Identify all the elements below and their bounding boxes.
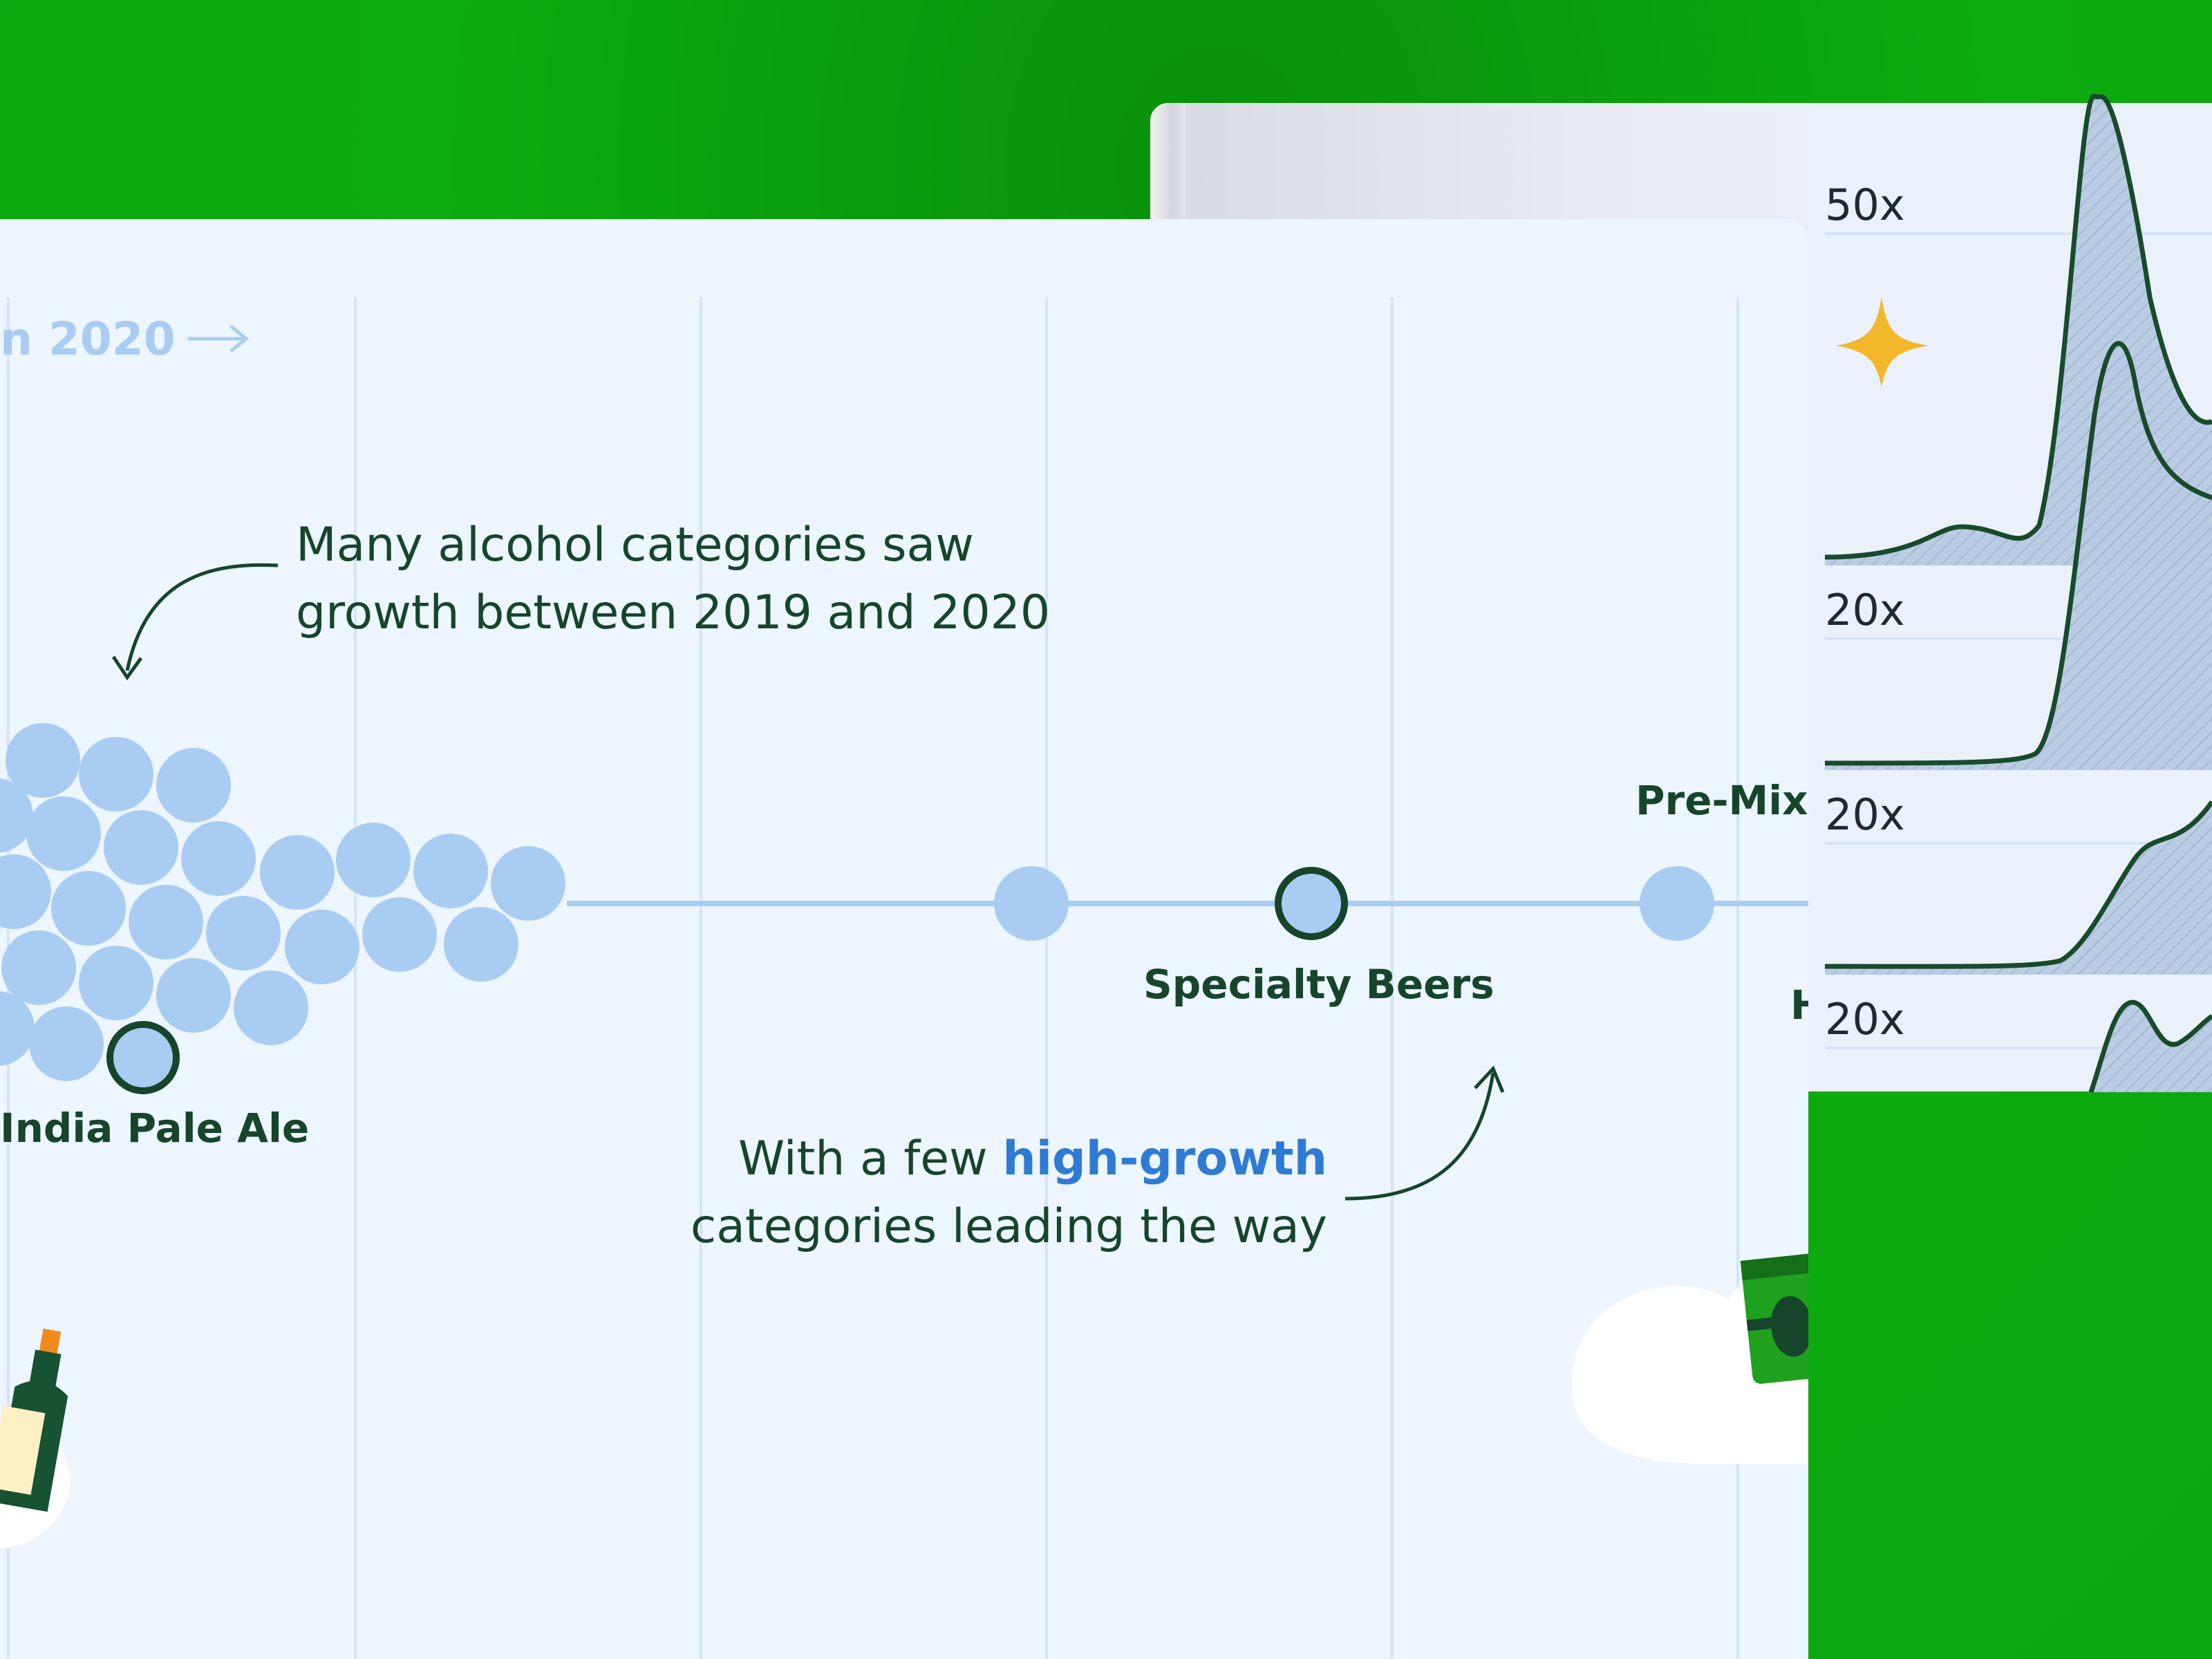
swarm-dot xyxy=(994,866,1069,941)
annotation-arrow-1 xyxy=(125,563,279,671)
category-label-specialty-beers: Specialty Beers xyxy=(1143,961,1494,1008)
category-label-pre-mixed: Pre-Mixe xyxy=(1635,777,1808,824)
annotation-2-highlight: high-growth xyxy=(1002,1132,1327,1186)
swarm-dot xyxy=(1640,866,1714,941)
swarm-dot xyxy=(362,897,437,972)
swarm-dot xyxy=(444,907,518,982)
highlight-dot-india-pale-ale[interactable] xyxy=(106,1021,180,1094)
swarm-dot xyxy=(0,854,51,929)
annotation-2: With a few high-growth categories leadin… xyxy=(654,1125,1327,1261)
swarm-dot xyxy=(104,810,178,885)
category-label-india-pale-ale: India Pale Ale xyxy=(0,1105,310,1152)
category-label-h: H xyxy=(1790,982,1808,1029)
annotation-2-line1: With a few high-growth xyxy=(654,1125,1327,1193)
annotation-1-line2: growth between 2019 and 2020 xyxy=(296,585,1051,640)
highlight-dot-specialty-beers[interactable] xyxy=(1275,867,1348,940)
annotation-2-line2: categories leading the way xyxy=(690,1199,1327,1254)
axis-year-label: n 2020 xyxy=(0,312,176,366)
annotation-2-prefix: With a few xyxy=(738,1132,1003,1186)
swarm-dot xyxy=(79,946,153,1020)
annotation-1-line1: Many alcohol categories saw xyxy=(296,518,974,572)
arrow-right-icon xyxy=(188,325,249,353)
annotation-1: Many alcohol categories saw growth betwe… xyxy=(296,512,1050,647)
swarm-dot xyxy=(29,1006,104,1081)
swarm-dot xyxy=(206,896,281,971)
swarm-dot xyxy=(234,971,308,1045)
swarm-dot xyxy=(79,737,153,812)
swarm-dot xyxy=(336,823,411,897)
swarm-dot xyxy=(26,796,101,871)
swarm-dot xyxy=(129,885,203,959)
swarm-dot xyxy=(181,821,256,896)
swarm-dot xyxy=(51,871,126,946)
swarm-dot xyxy=(156,748,231,823)
beer-can-icon xyxy=(1740,1252,1808,1384)
swarm-dot xyxy=(491,846,565,921)
swarm-dot xyxy=(156,958,231,1033)
swarm-dot xyxy=(260,835,335,910)
swarm-dot xyxy=(285,910,359,984)
swarm-dot xyxy=(413,834,488,908)
beeswarm-chart xyxy=(0,297,1808,1659)
annotation-arrow-2 xyxy=(1344,1072,1495,1201)
swarm-dot xyxy=(1,930,76,1005)
